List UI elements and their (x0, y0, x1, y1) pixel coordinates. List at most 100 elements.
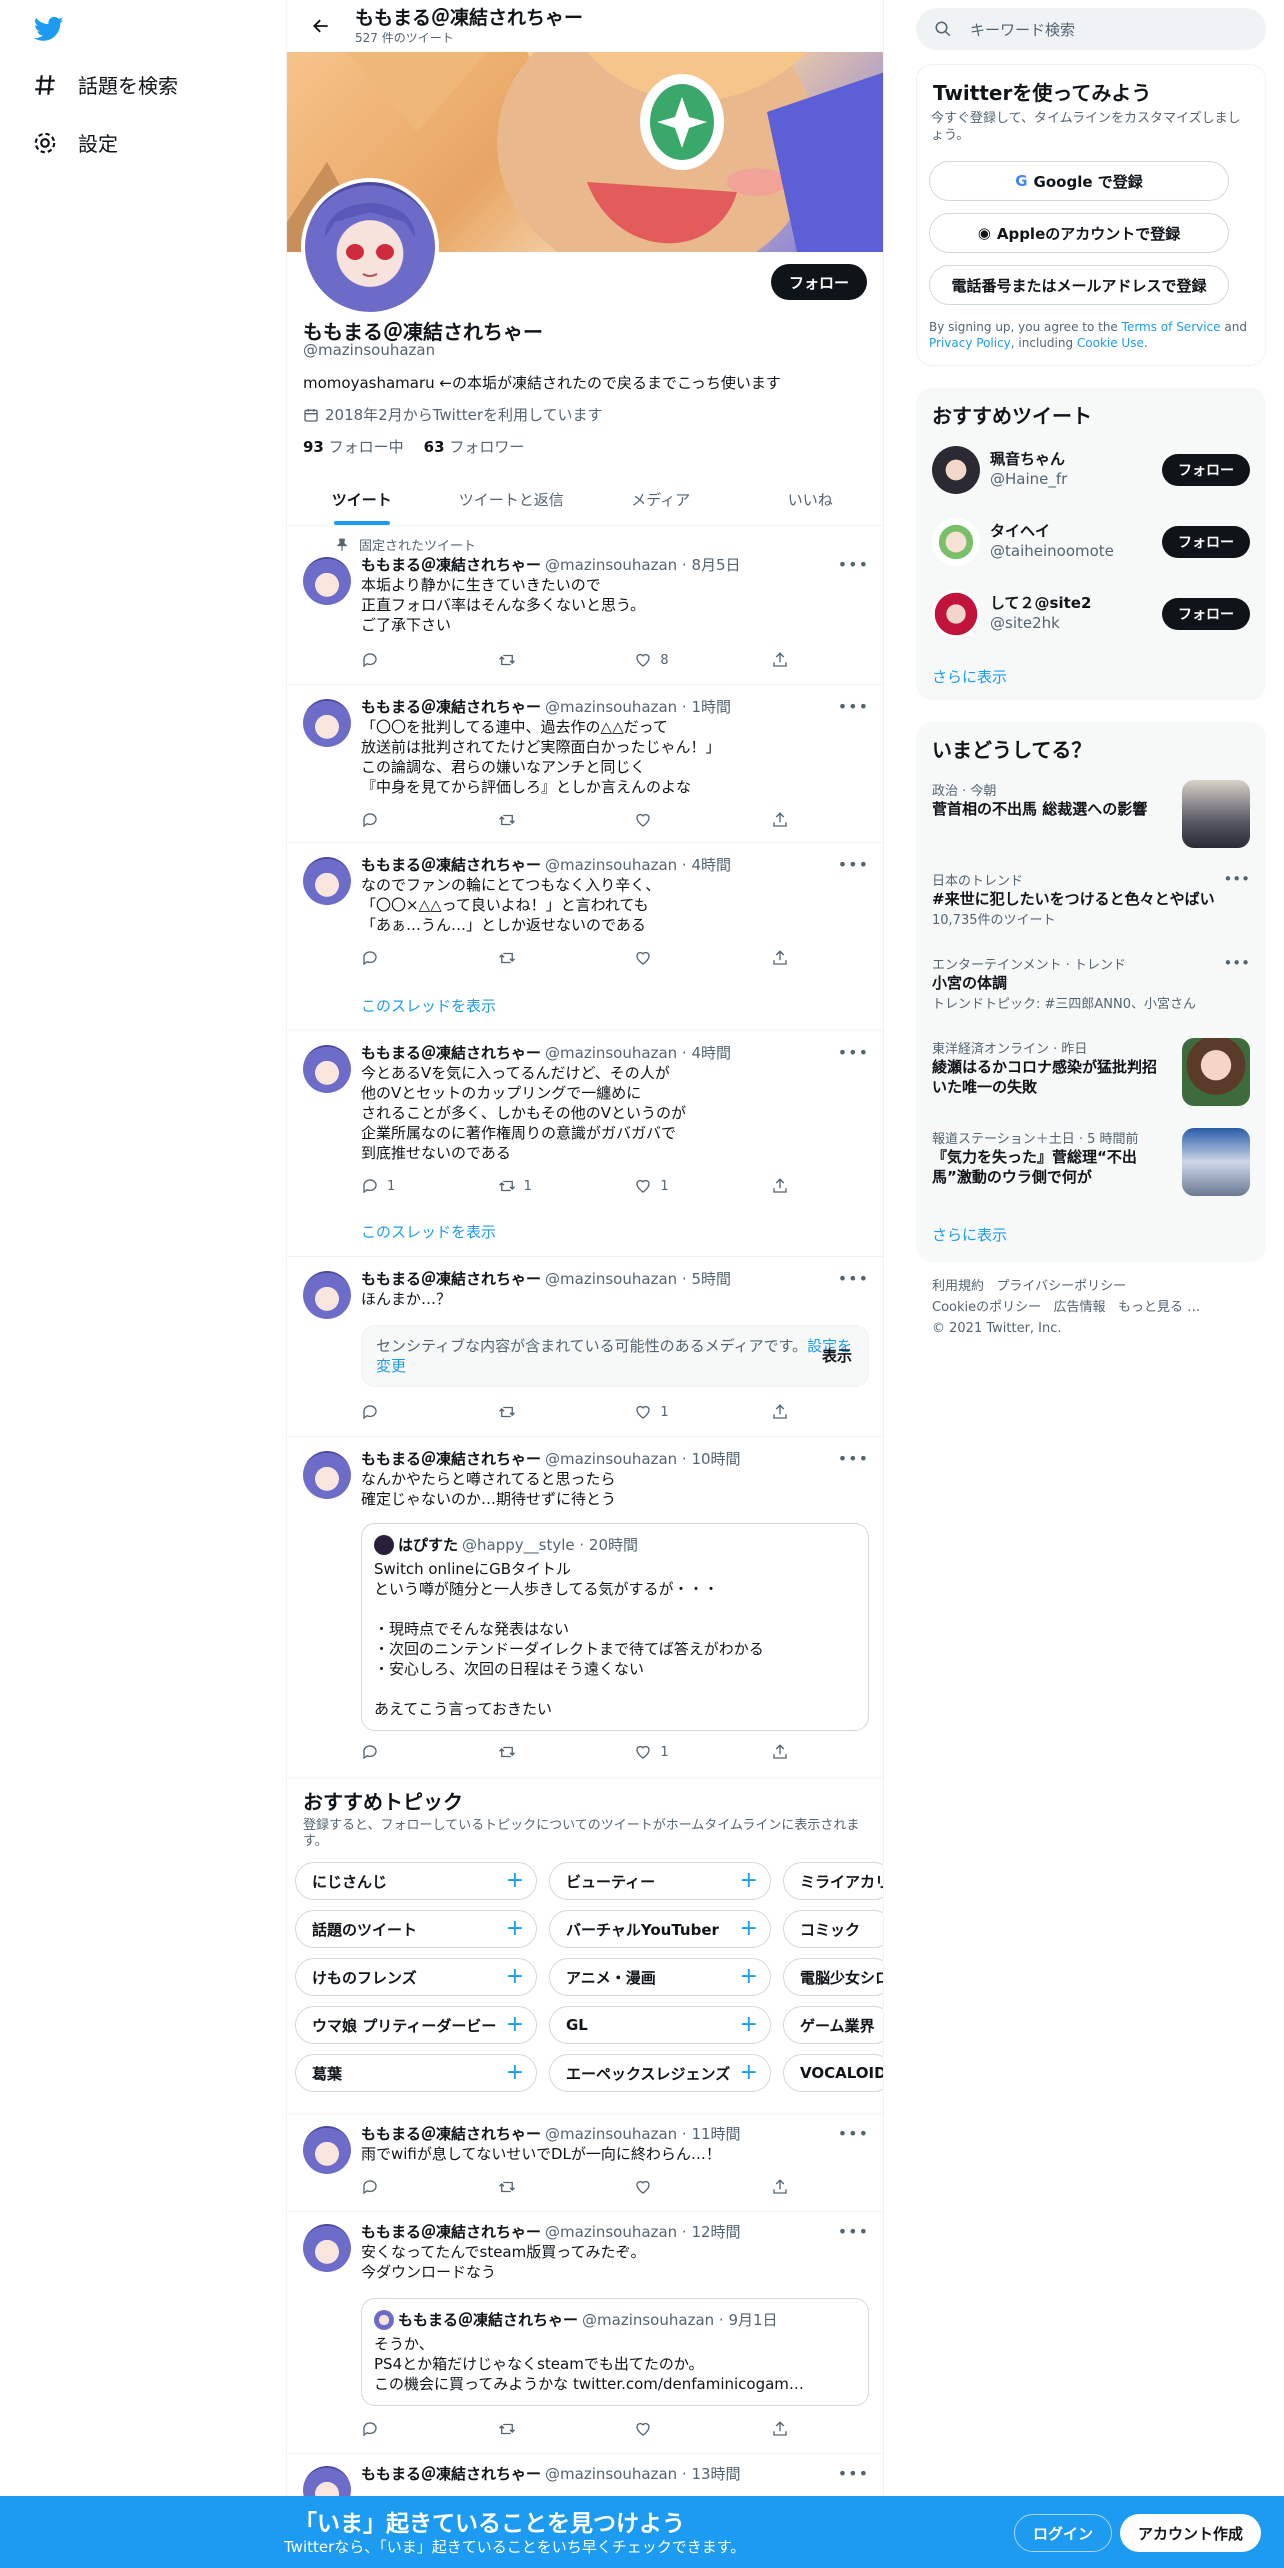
twitter-bird-icon[interactable] (32, 14, 66, 44)
tweet-author[interactable]: ももまる＠凍結されちゃー (361, 2124, 541, 2144)
footer-ads[interactable]: 広告情報 (1054, 1300, 1106, 1315)
retweet-button[interactable] (498, 1743, 598, 1761)
plus-icon[interactable]: + (506, 1964, 524, 1989)
tweet[interactable]: 固定されたツイート ももまる＠凍結されちゃー @mazinsouhazan · 8… (287, 527, 883, 685)
more-icon[interactable]: ••• (838, 697, 869, 716)
more-icon[interactable]: ••• (838, 855, 869, 874)
like-button[interactable]: 8 (634, 651, 734, 669)
cookie-link[interactable]: Cookie Use (1077, 336, 1144, 350)
topic-chip[interactable]: ゲーム業界 (783, 2006, 883, 2044)
login-button[interactable]: ログイン (1014, 2514, 1113, 2552)
tweet-author[interactable]: ももまる＠凍結されちゃー (361, 1449, 541, 1469)
tweet-author[interactable]: ももまる＠凍結されちゃー (361, 1269, 541, 1289)
trend-item[interactable]: エンターテインメント · トレンド 小宮の体調 トレンドトピック: #三四郎AN… (932, 954, 1250, 1012)
nav-explore[interactable]: 話題を検索 (32, 70, 178, 99)
more-icon[interactable]: ••• (838, 2124, 869, 2143)
plus-icon[interactable]: + (740, 2012, 758, 2037)
reply-button[interactable] (361, 1743, 461, 1761)
trend-item[interactable]: 報道ステーション＋土日 · 5 時間前 『気力を失った』菅総理“不出馬”激動のウ… (932, 1128, 1250, 1198)
share-button[interactable] (771, 1743, 791, 1761)
more-icon[interactable]: ••• (838, 2222, 869, 2241)
reply-button[interactable] (361, 949, 461, 967)
like-button[interactable]: 1 (634, 1403, 734, 1421)
show-more-link[interactable]: さらに表示 (932, 666, 1007, 687)
tab-tweets-replies[interactable]: ツイートと返信 (437, 474, 587, 525)
plus-icon[interactable]: + (740, 1868, 758, 1893)
phone-email-signup-button[interactable]: 電話番号またはメールアドレスで登録 (929, 265, 1229, 305)
topic-chip[interactable]: 葛葉 + (295, 2054, 537, 2092)
tweet[interactable]: ももまる＠凍結されちゃー @mazinsouhazan · 11時間 ••• 雨で… (287, 2114, 883, 2212)
topic-chip[interactable]: にじさんじ + (295, 1862, 537, 1900)
tweet[interactable]: ももまる＠凍結されちゃー @mazinsouhazan · 12時間 ••• 安く… (287, 2212, 883, 2454)
avatar[interactable] (303, 2126, 351, 2174)
like-button[interactable] (634, 949, 734, 967)
tab-tweets[interactable]: ツイート (287, 474, 437, 525)
reply-button[interactable] (361, 811, 461, 829)
avatar[interactable] (303, 557, 351, 605)
like-button[interactable] (634, 2178, 734, 2196)
retweet-button[interactable]: 1 (498, 1177, 598, 1195)
tweet-author[interactable]: ももまる＠凍結されちゃー (361, 555, 541, 575)
tweet[interactable]: ももまる＠凍結されちゃー @mazinsouhazan · 5時間 ••• ほんま… (287, 1257, 883, 1437)
reply-button[interactable] (361, 2420, 461, 2438)
plus-icon[interactable]: + (506, 2060, 524, 2085)
plus-icon[interactable]: + (506, 2012, 524, 2037)
retweet-button[interactable] (498, 651, 598, 669)
topic-chip[interactable]: バーチャルYouTuber + (549, 1910, 771, 1948)
footer-privacy[interactable]: プライバシーポリシー (996, 1279, 1126, 1294)
nav-settings[interactable]: 設定 (32, 128, 118, 157)
search-box[interactable]: キーワード検索 (916, 8, 1266, 50)
avatar[interactable] (303, 699, 351, 747)
like-button[interactable]: 1 (634, 1177, 734, 1195)
topic-chip[interactable]: GL + (549, 2006, 771, 2044)
share-button[interactable] (771, 2420, 791, 2438)
trend-item[interactable]: 日本のトレンド #来世に犯したいをつけると色々とやばい 10,735件のツイート… (932, 870, 1250, 928)
follow-button[interactable]: フォロー (770, 264, 867, 300)
quote-tweet[interactable]: ももまる＠凍結されちゃー @mazinsouhazan · 9月1日 そうか、 P… (361, 2298, 869, 2406)
topic-chip[interactable]: ビューティー + (549, 1862, 771, 1900)
retweet-button[interactable] (498, 811, 598, 829)
footer-cookie[interactable]: Cookieのポリシー (932, 1300, 1041, 1315)
topic-chip[interactable]: ウマ娘 プリティーダービー + (295, 2006, 537, 2044)
following-stat[interactable]: 93 フォロー中 (303, 436, 404, 457)
tweet[interactable]: ももまる＠凍結されちゃー @mazinsouhazan · 10時間 ••• なん… (287, 1437, 883, 1778)
followers-stat[interactable]: 63 フォロワー (424, 436, 525, 457)
share-button[interactable] (771, 651, 791, 669)
create-account-button[interactable]: アカウント作成 (1120, 2514, 1262, 2552)
topic-chip[interactable]: エーペックスレジェンズ + (549, 2054, 771, 2092)
recommended-user[interactable]: して２@site2 @site2hk フォロー (932, 586, 1250, 644)
retweet-button[interactable] (498, 1403, 598, 1421)
trend-item[interactable]: 東洋経済オンライン · 昨日 綾瀬はるかコロナ感染が猛批判招いた唯一の失敗 (932, 1038, 1250, 1108)
avatar[interactable] (303, 2224, 351, 2272)
recommended-user[interactable]: 珮音ちゃん @Haine_fr フォロー (932, 442, 1250, 500)
reply-button[interactable]: 1 (361, 1177, 461, 1195)
reply-button[interactable] (361, 651, 461, 669)
plus-icon[interactable]: + (740, 2060, 758, 2085)
tweet-author[interactable]: ももまる＠凍結されちゃー (361, 855, 541, 875)
more-icon[interactable]: ••• (838, 2464, 869, 2483)
plus-icon[interactable]: + (740, 1916, 758, 1941)
topic-chip[interactable]: ミライアカリ (783, 1862, 883, 1900)
footer-terms[interactable]: 利用規約 (932, 1279, 984, 1294)
retweet-button[interactable] (498, 2178, 598, 2196)
plus-icon[interactable]: + (740, 1964, 758, 1989)
avatar[interactable] (303, 1451, 351, 1499)
like-button[interactable] (634, 2420, 734, 2438)
topic-chip[interactable]: コミック (783, 1910, 883, 1948)
share-button[interactable] (771, 949, 791, 967)
follow-button[interactable]: フォロー (1162, 526, 1250, 558)
tweet[interactable]: ももまる＠凍結されちゃー @mazinsouhazan · 4時間 ••• なので… (287, 843, 883, 1031)
avatar[interactable] (303, 857, 351, 905)
recommended-user[interactable]: タイヘイ @taiheinoomote フォロー (932, 514, 1250, 572)
footer-more[interactable]: もっと見る … (1118, 1300, 1200, 1315)
plus-icon[interactable]: + (506, 1916, 524, 1941)
privacy-link[interactable]: Privacy Policy (929, 336, 1011, 350)
tweet[interactable]: ももまる＠凍結されちゃー @mazinsouhazan · 1時間 ••• 「〇〇… (287, 685, 883, 843)
sensitive-show-button[interactable]: 表示 (822, 1346, 852, 1366)
quote-tweet[interactable]: はぴすた @happy__style · 20時間 Switch onlineにG… (361, 1523, 869, 1731)
topic-chip[interactable]: 電脳少女シロ (783, 1958, 883, 1996)
tweet-author[interactable]: ももまる＠凍結されちゃー (361, 697, 541, 717)
like-button[interactable]: 1 (634, 1743, 734, 1761)
avatar[interactable] (303, 1271, 351, 1319)
google-signup-button[interactable]: G Google で登録 (929, 161, 1229, 201)
